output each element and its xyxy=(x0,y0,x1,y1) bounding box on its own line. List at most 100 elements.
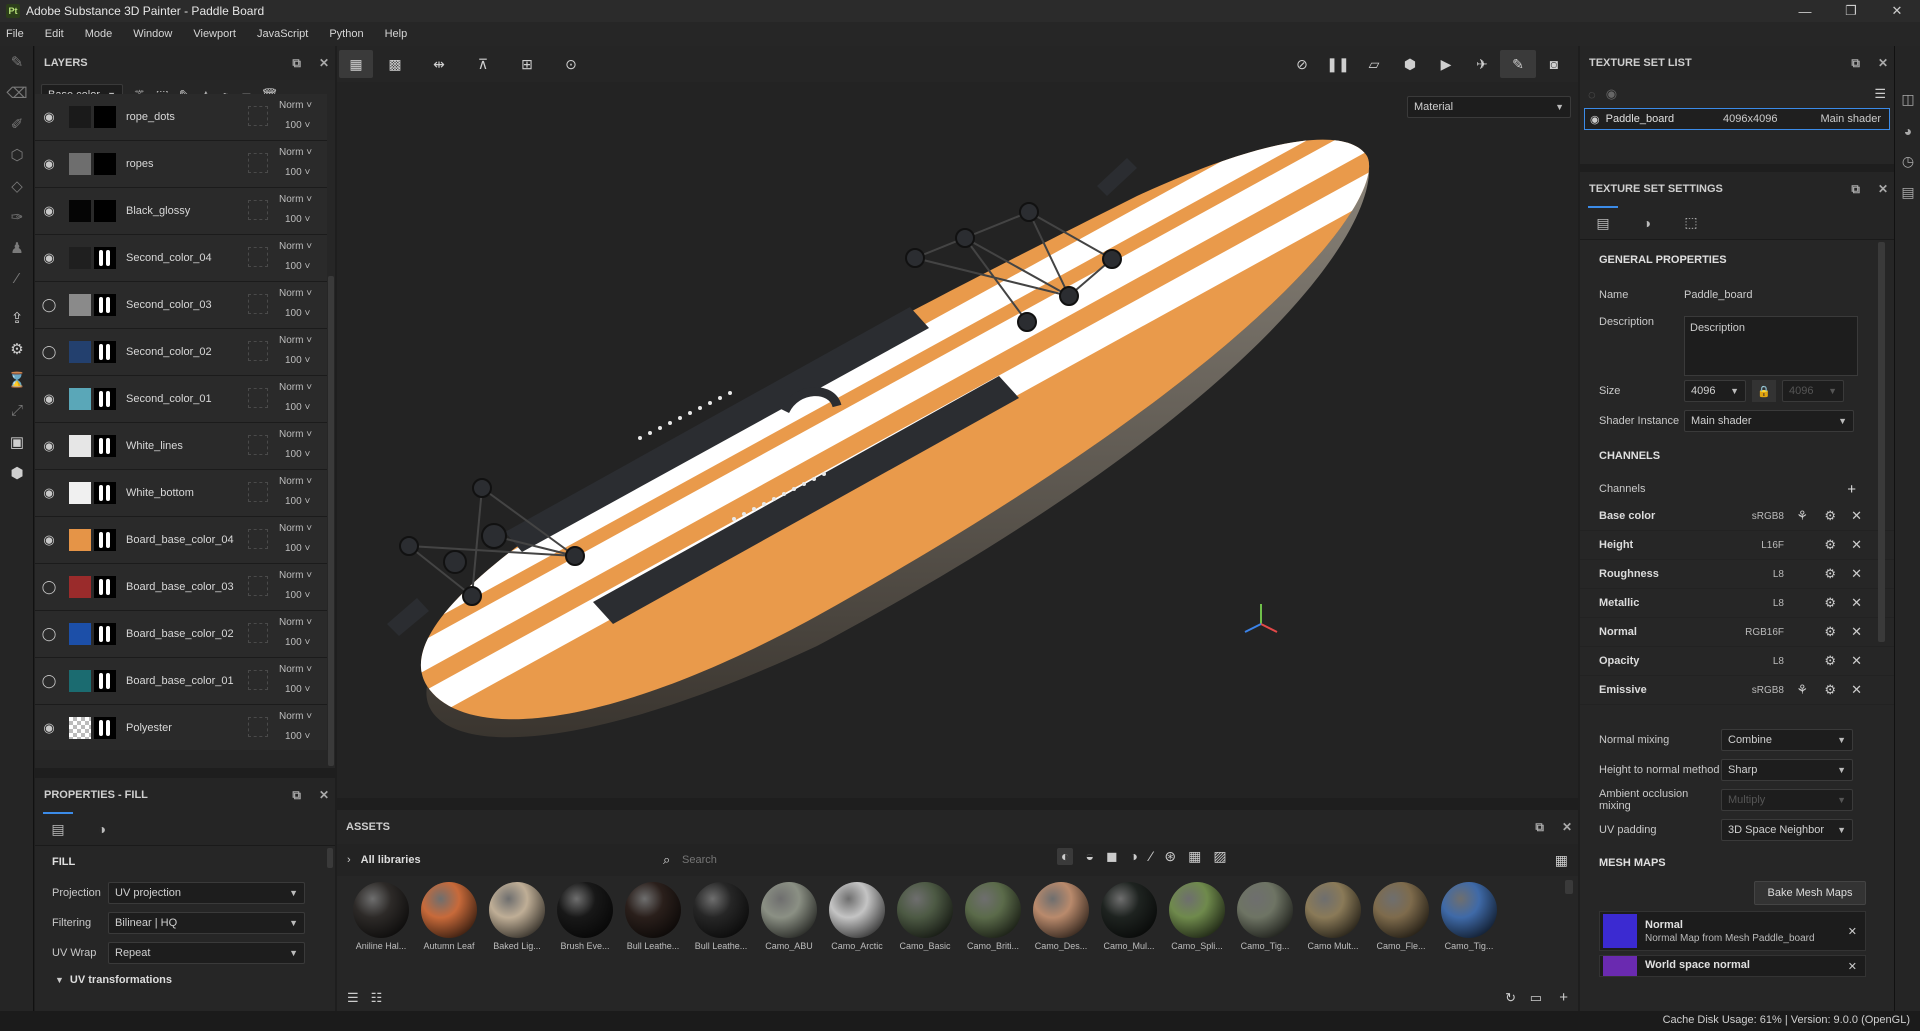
remove-channel-icon[interactable]: ✕ xyxy=(1851,508,1862,524)
hide-all-icon[interactable]: ◌ xyxy=(1588,87,1596,102)
layer-row[interactable]: ◉ White_bottom Norm ˅ 100 ˅ xyxy=(35,470,327,517)
folder-icon[interactable]: ▭ xyxy=(1530,990,1542,1006)
add-channel-icon[interactable]: + xyxy=(1847,481,1856,498)
asset-tile[interactable]: Camo_Arctic xyxy=(823,882,891,951)
texture-set-row[interactable]: ◉ Paddle_board 4096x4096 Main shader xyxy=(1584,108,1890,130)
asset-tile[interactable]: Camo_Tig... xyxy=(1435,882,1503,951)
projection-select[interactable]: UV projection ▼ xyxy=(108,882,305,904)
size-select[interactable]: 4096 ▼ xyxy=(1684,380,1746,402)
close-panel-icon[interactable]: ✕ xyxy=(1878,182,1888,196)
asset-tile[interactable]: Baked Lig... xyxy=(483,882,551,951)
layer-select-box[interactable] xyxy=(248,576,268,596)
layer-select-box[interactable] xyxy=(248,717,268,737)
history-icon[interactable]: ◷ xyxy=(1895,146,1920,177)
blend-mode-select[interactable]: Norm ˅ xyxy=(279,100,312,111)
refresh-icon[interactable]: ↻ xyxy=(1505,990,1516,1006)
eye-icon[interactable]: ◉ xyxy=(35,391,63,407)
asset-tile[interactable]: Brush Eve... xyxy=(551,882,619,951)
layer-row[interactable]: ◯ Board_base_color_03 Norm ˅ 100 ˅ xyxy=(35,564,327,611)
remove-channel-icon[interactable]: ✕ xyxy=(1851,537,1862,553)
blend-mode-select[interactable]: Norm ˅ xyxy=(279,476,312,487)
asset-tile[interactable]: Bull Leathe... xyxy=(619,882,687,951)
asset-tile[interactable]: Camo_Briti... xyxy=(959,882,1027,951)
layers-scrollbar[interactable] xyxy=(328,276,334,766)
channel-settings-icon[interactable]: ⚙ xyxy=(1824,508,1836,524)
bake-mesh-maps-button[interactable]: Bake Mesh Maps xyxy=(1754,881,1866,905)
layer-row[interactable]: ◯ Second_color_03 Norm ˅ 100 ˅ xyxy=(35,282,327,329)
layer-select-box[interactable] xyxy=(248,529,268,549)
layer-select-box[interactable] xyxy=(248,294,268,314)
blend-mode-select[interactable]: Norm ˅ xyxy=(279,194,312,205)
layer-mask-thumbnail[interactable] xyxy=(94,153,116,175)
asset-tile[interactable]: Camo_Mul... xyxy=(1095,882,1163,951)
list-menu-icon[interactable]: ☰ xyxy=(1874,86,1886,102)
layer-row[interactable]: ◯ Second_color_02 Norm ˅ 100 ˅ xyxy=(35,329,327,376)
measure-icon[interactable]: ⤢ xyxy=(0,395,34,426)
export-icon[interactable]: ⇪ xyxy=(0,302,34,333)
opacity-select[interactable]: 100 ˅ xyxy=(285,684,310,695)
asset-search-input[interactable] xyxy=(682,850,1052,870)
eye-icon[interactable]: ◉ xyxy=(35,203,63,219)
menu-python[interactable]: Python xyxy=(329,28,363,40)
blend-mode-select[interactable]: Norm ˅ xyxy=(279,429,312,440)
blend-mode-select[interactable]: Norm ˅ xyxy=(279,241,312,252)
asset-tile[interactable]: Bull Leathe... xyxy=(687,882,755,951)
layer-select-box[interactable] xyxy=(248,623,268,643)
layer-select-box[interactable] xyxy=(248,388,268,408)
channel-row[interactable]: Normal RGB16F ⚙ ✕ xyxy=(1580,618,1894,647)
menu-help[interactable]: Help xyxy=(385,28,408,40)
channel-settings-icon[interactable]: ⚙ xyxy=(1824,595,1836,611)
assets-scrollbar[interactable] xyxy=(1565,880,1573,894)
undock-icon[interactable]: ⧉ xyxy=(292,56,301,71)
layer-mask-thumbnail[interactable] xyxy=(94,529,116,551)
menu-mode[interactable]: Mode xyxy=(85,28,113,40)
lock-icon[interactable]: 🔒 xyxy=(1752,380,1776,402)
channel-row[interactable]: Roughness L8 ⚙ ✕ xyxy=(1580,560,1894,589)
library-selector[interactable]: All libraries xyxy=(361,854,421,866)
undock-icon[interactable]: ⧉ xyxy=(1535,820,1544,835)
eye-closed-icon[interactable]: ◯ xyxy=(35,673,63,689)
layer-select-box[interactable] xyxy=(248,200,268,220)
asset-tile[interactable]: Autumn Leaf xyxy=(415,882,483,951)
asset-tile[interactable]: Camo_Spli... xyxy=(1163,882,1231,951)
blend-mode-select[interactable]: Norm ˅ xyxy=(279,335,312,346)
opacity-select[interactable]: 100 ˅ xyxy=(285,637,310,648)
channel-row[interactable]: Base color sRGB8 ⚘ ⚙ ✕ xyxy=(1580,502,1894,531)
uv-padding-select[interactable]: 3D Space Neighbor ▼ xyxy=(1721,819,1853,841)
settings-scrollbar[interactable] xyxy=(1878,242,1885,642)
color-profile-icon[interactable]: ⚘ xyxy=(1796,682,1808,698)
close-panel-icon[interactable]: ✕ xyxy=(319,788,329,802)
opacity-select[interactable]: 100 ˅ xyxy=(285,214,310,225)
add-asset-icon[interactable]: + xyxy=(1559,989,1568,1006)
layer-row[interactable]: ◉ Board_base_color_04 Norm ˅ 100 ˅ xyxy=(35,517,327,564)
brushes-filter-icon[interactable]: ⁄ xyxy=(1150,848,1152,865)
ao-mixing-select[interactable]: Multiply ▼ xyxy=(1721,789,1853,811)
menu-javascript[interactable]: JavaScript xyxy=(257,28,308,40)
layer-select-box[interactable] xyxy=(248,670,268,690)
opacity-select[interactable]: 100 ˅ xyxy=(285,449,310,460)
polygon-fill-icon[interactable]: ◇ xyxy=(0,170,34,201)
layer-row[interactable]: ◯ Board_base_color_02 Norm ˅ 100 ˅ xyxy=(35,611,327,658)
channel-row[interactable]: Height L16F ⚙ ✕ xyxy=(1580,531,1894,560)
smart-materials-filter-icon[interactable]: ◒ xyxy=(1085,848,1093,865)
height-to-normal-select[interactable]: Sharp ▼ xyxy=(1721,759,1853,781)
uv-tab-icon[interactable]: ⬚ xyxy=(1676,206,1706,240)
smart-masks-filter-icon[interactable]: ◼ xyxy=(1106,848,1118,865)
blend-mode-select[interactable]: Norm ˅ xyxy=(279,288,312,299)
asset-tile[interactable]: Camo_Des... xyxy=(1027,882,1095,951)
opacity-select[interactable]: 100 ˅ xyxy=(285,120,310,131)
remove-channel-icon[interactable]: ✕ xyxy=(1851,653,1862,669)
eye-icon[interactable]: ◉ xyxy=(35,485,63,501)
channel-row[interactable]: Emissive sRGB8 ⚘ ⚙ ✕ xyxy=(1580,676,1894,705)
undock-icon[interactable]: ⧉ xyxy=(1851,182,1860,197)
eye-icon[interactable]: ◉ xyxy=(35,720,63,736)
layer-mask-thumbnail[interactable] xyxy=(94,294,116,316)
hourglass-icon[interactable]: ⌛ xyxy=(0,364,34,395)
log-icon[interactable]: ▤ xyxy=(1895,177,1920,208)
eraser-icon[interactable]: ⌫ xyxy=(0,77,34,108)
layer-mask-thumbnail[interactable] xyxy=(94,670,116,692)
eye-closed-icon[interactable]: ◯ xyxy=(35,626,63,642)
eye-icon[interactable]: ◉ xyxy=(35,109,63,125)
channel-settings-icon[interactable]: ⚙ xyxy=(1824,537,1836,553)
fill-settings-tab-icon[interactable]: ▤ xyxy=(43,811,73,846)
